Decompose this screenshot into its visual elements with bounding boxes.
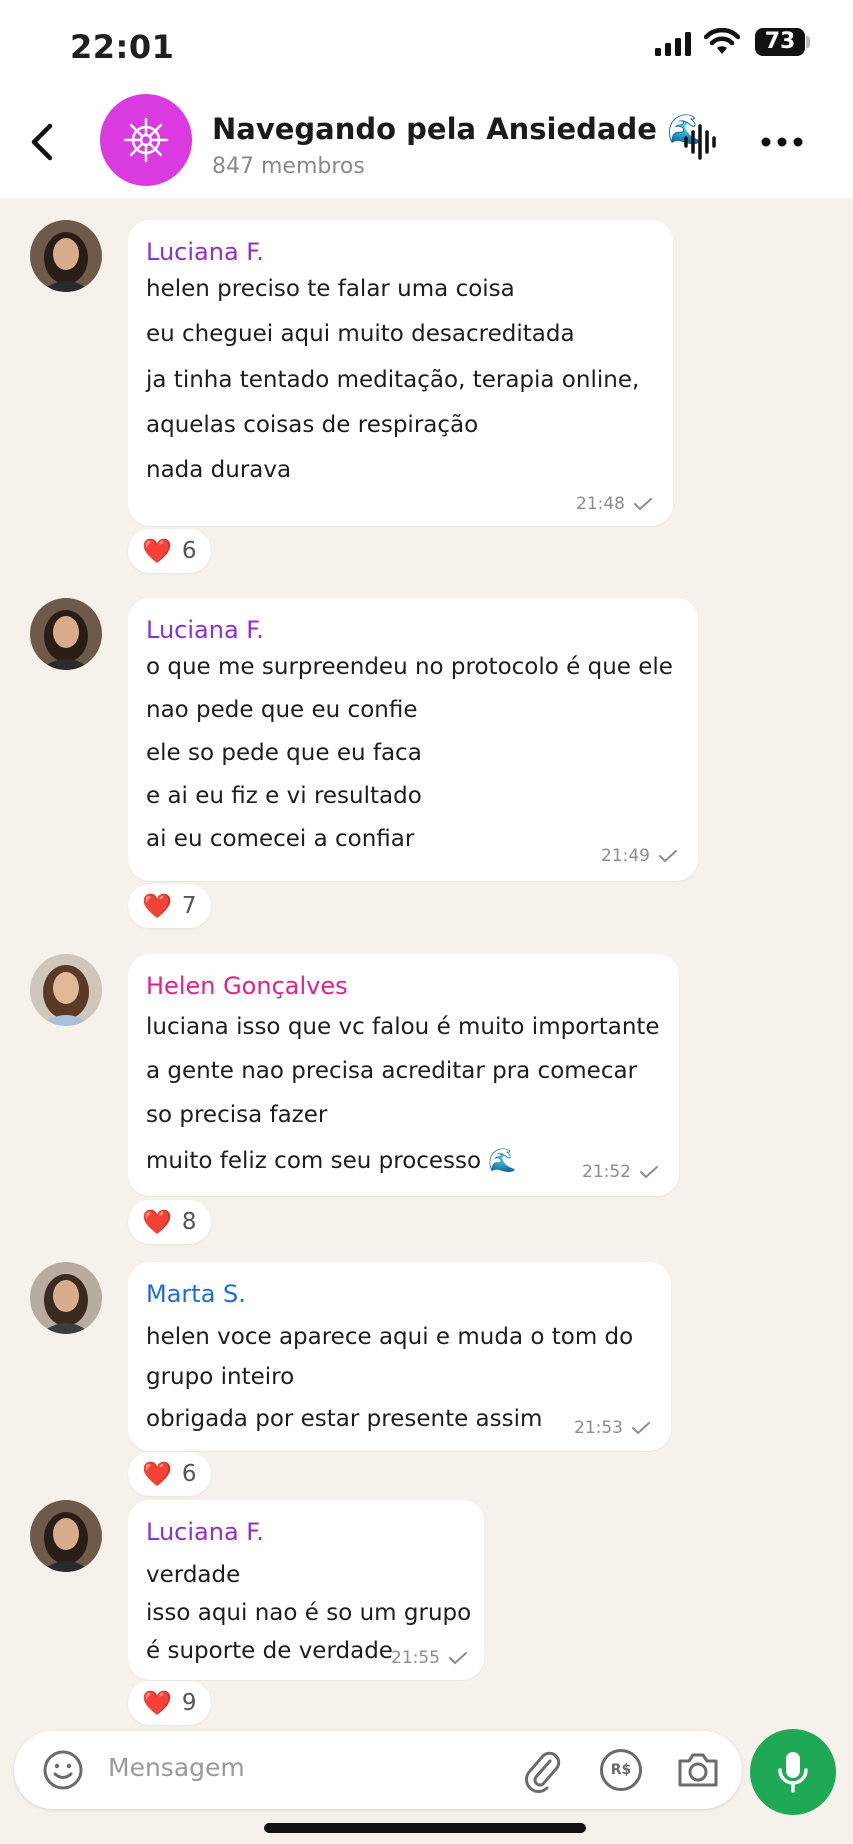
reaction-pill[interactable]: ❤️ 6	[128, 1452, 211, 1496]
cellular-signal-icon	[655, 32, 691, 56]
avatar-luciana[interactable]	[30, 220, 102, 292]
message-text: ele so pede que eu faca	[146, 740, 422, 766]
reaction-count: 7	[181, 893, 197, 919]
avatar-luciana[interactable]	[30, 598, 102, 670]
message-bubble[interactable]: Helen Gonçalves luciana isso que vc falo…	[128, 954, 679, 1196]
group-avatar[interactable]	[100, 94, 192, 186]
message-time: 21:52	[582, 1162, 631, 1182]
message-input[interactable]: Mensagem	[108, 1753, 245, 1782]
sent-check-icon	[449, 1652, 467, 1665]
sender-name[interactable]: Marta S.	[146, 1280, 246, 1308]
message-text: isso aqui nao é so um grupo	[146, 1600, 472, 1626]
sent-check-icon	[632, 1422, 650, 1435]
message-time: 21:49	[601, 846, 650, 866]
message-time: 21:55	[391, 1648, 440, 1668]
member-count: 847 membros	[212, 154, 365, 179]
avatar-helen[interactable]	[30, 954, 102, 1026]
sent-check-icon	[640, 1166, 658, 1179]
message-text: aquelas coisas de respiração	[146, 412, 479, 438]
message-bubble[interactable]: Marta S. helen voce aparece aqui e muda …	[128, 1262, 671, 1451]
message-text: helen preciso te falar uma coisa	[146, 276, 515, 302]
chat-messages[interactable]: Luciana F. helen preciso te falar uma co…	[0, 198, 853, 1728]
reaction-count: 8	[181, 1209, 197, 1235]
message-text: so precisa fazer	[146, 1102, 328, 1128]
paperclip-icon[interactable]	[522, 1747, 562, 1793]
more-options-icon[interactable]	[760, 130, 804, 154]
message-text: o que me surpreendeu no protocolo é que …	[146, 654, 673, 680]
group-title[interactable]: Navegando pela Ansiedade 🌊	[212, 112, 703, 147]
message-time: 21:53	[574, 1418, 623, 1438]
heart-reaction-icon: ❤️	[142, 1689, 172, 1717]
status-time: 22:01	[70, 28, 175, 66]
message-time: 21:48	[576, 494, 625, 514]
back-arrow-icon[interactable]	[22, 118, 62, 166]
message-meta: 21:55	[391, 1648, 468, 1668]
camera-icon[interactable]	[676, 1749, 720, 1789]
sent-check-icon	[659, 850, 677, 863]
message-text: muito feliz com seu processo 🌊	[146, 1148, 518, 1174]
heart-reaction-icon: ❤️	[142, 892, 172, 920]
chat-header: Navegando pela Ansiedade 🌊 847 membros	[0, 90, 853, 198]
sender-name[interactable]: Luciana F.	[146, 616, 264, 644]
reaction-count: 9	[181, 1690, 197, 1716]
battery-indicator: 73	[755, 28, 805, 56]
message-text: nada durava	[146, 457, 292, 483]
reaction-pill[interactable]: ❤️ 6	[128, 529, 211, 573]
microphone-icon	[778, 1752, 808, 1793]
battery-tip	[806, 36, 810, 48]
reaction-pill[interactable]: ❤️ 7	[128, 884, 211, 928]
status-bar: 22:01 73	[0, 0, 853, 90]
emoji-icon[interactable]	[42, 1749, 84, 1791]
reaction-count: 6	[181, 538, 197, 564]
voice-chat-icon[interactable]	[682, 122, 718, 162]
message-text: a gente nao precisa acreditar pra comeca…	[146, 1058, 638, 1084]
message-meta: 21:48	[576, 494, 653, 514]
message-text: eu cheguei aqui muito desacreditada	[146, 321, 575, 347]
message-text: ja tinha tentado meditação, terapia onli…	[146, 367, 640, 393]
wifi-icon	[704, 28, 740, 54]
message-meta: 21:49	[601, 846, 678, 866]
message-text: obrigada por estar presente assim	[146, 1406, 543, 1432]
message-text: grupo inteiro	[146, 1364, 295, 1390]
message-input-bar: Mensagem R$	[14, 1731, 742, 1809]
message-text: luciana isso que vc falou é muito import…	[146, 1014, 660, 1040]
message-bubble[interactable]: Luciana F. verdade isso aqui nao é so um…	[128, 1500, 484, 1680]
reaction-pill[interactable]: ❤️ 8	[128, 1200, 211, 1244]
sender-name[interactable]: Luciana F.	[146, 238, 264, 266]
message-text: nao pede que eu confie	[146, 697, 418, 723]
message-bubble[interactable]: Luciana F. helen preciso te falar uma co…	[128, 220, 673, 526]
message-text: helen voce aparece aqui e muda o tom do	[146, 1324, 634, 1350]
heart-reaction-icon: ❤️	[142, 1208, 172, 1236]
message-meta: 21:53	[574, 1418, 651, 1438]
sender-name[interactable]: Luciana F.	[146, 1518, 264, 1546]
reaction-count: 6	[181, 1461, 197, 1487]
message-text: verdade	[146, 1562, 241, 1588]
home-indicator[interactable]	[264, 1823, 586, 1833]
ship-wheel-icon	[123, 117, 169, 163]
message-text: é suporte de verdade	[146, 1638, 393, 1664]
message-meta: 21:52	[582, 1162, 659, 1182]
sender-name[interactable]: Helen Gonçalves	[146, 972, 348, 1000]
message-text: e ai eu fiz e vi resultado	[146, 783, 422, 809]
sent-check-icon	[634, 498, 652, 511]
payment-icon[interactable]: R$	[600, 1749, 642, 1791]
avatar-marta[interactable]	[30, 1262, 102, 1334]
reaction-pill[interactable]: ❤️ 9	[128, 1681, 211, 1725]
avatar-luciana[interactable]	[30, 1500, 102, 1572]
heart-reaction-icon: ❤️	[142, 537, 172, 565]
mic-button[interactable]	[750, 1729, 836, 1815]
heart-reaction-icon: ❤️	[142, 1460, 172, 1488]
message-text: ai eu comecei a confiar	[146, 826, 415, 852]
message-bubble[interactable]: Luciana F. o que me surpreendeu no proto…	[128, 598, 698, 881]
